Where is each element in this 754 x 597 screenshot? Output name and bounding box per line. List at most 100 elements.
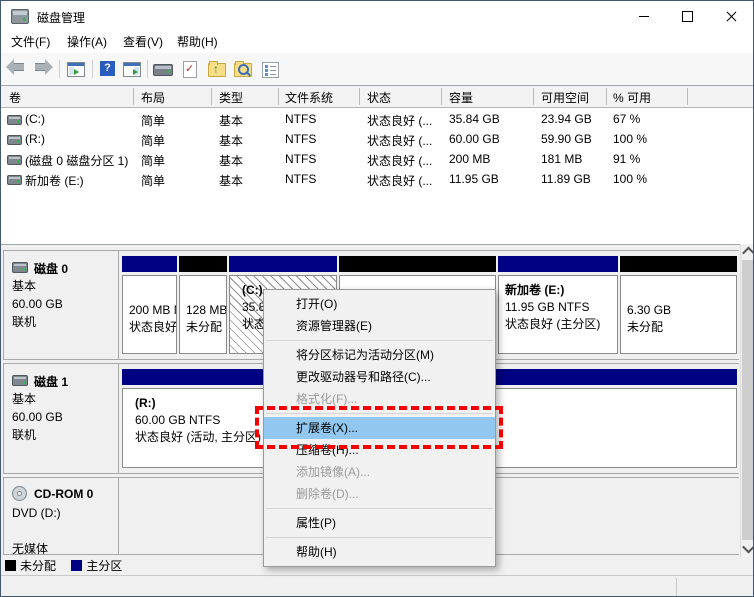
volume-icon <box>7 175 22 185</box>
toolbar: ↑ <box>1 53 753 86</box>
disk-0-header[interactable]: 磁盘 0 基本 60.00 GB 联机 <box>4 251 119 359</box>
column-layout[interactable]: 布局 <box>141 89 165 106</box>
status-bar <box>1 575 753 597</box>
column-pct[interactable]: % 可用 <box>613 89 651 106</box>
cell-layout: 简单 <box>141 152 165 169</box>
partition-200mb[interactable]: 200 MB NTFS 状态良好 <box>122 275 177 354</box>
cell-status: 状态良好 (... <box>367 132 432 149</box>
folder-up-icon[interactable]: ↑ <box>207 59 227 79</box>
menu-item-change-letter[interactable]: 更改驱动器号和路径(C)... <box>264 366 495 388</box>
partition-e[interactable]: 新加卷 (E:) 11.95 GB NTFS 状态良好 (主分区) <box>498 275 618 354</box>
cell-volume: (磁盘 0 磁盘分区 1) <box>25 152 128 169</box>
column-type[interactable]: 类型 <box>219 89 243 106</box>
toolbar-separator <box>92 60 93 78</box>
chevron-down-icon <box>742 541 754 554</box>
column-fs[interactable]: 文件系统 <box>285 89 333 106</box>
column-volume[interactable]: 卷 <box>9 89 21 106</box>
menu-item-help[interactable]: 帮助(H) <box>264 541 495 563</box>
cell-volume: (C:) <box>25 112 45 126</box>
partition-label: 128 MB <box>186 302 226 319</box>
help-icon[interactable] <box>98 59 118 79</box>
cell-capacity: 11.95 GB <box>449 172 499 186</box>
scroll-down-button[interactable] <box>741 541 754 556</box>
partition-630gb-unallocated[interactable]: 6.30 GB 未分配 <box>620 275 737 354</box>
column-status[interactable]: 状态 <box>367 89 391 106</box>
menu-item-open[interactable]: 打开(O) <box>264 293 495 315</box>
legend-primary-label: 主分区 <box>86 559 122 573</box>
volume-icon <box>7 155 22 165</box>
partition-label: 200 MB NTFS <box>129 302 176 319</box>
disk-device-icon[interactable] <box>153 59 173 79</box>
partition-strip-primary <box>122 256 177 272</box>
table-row[interactable]: (C:) 简单 基本 NTFS 状态良好 (... 35.84 GB 23.94… <box>1 109 753 129</box>
scrollbar-thumb[interactable] <box>742 260 754 540</box>
partition-strip-unallocated <box>339 256 496 272</box>
check-document-icon[interactable] <box>180 59 200 79</box>
legend-primary-swatch <box>71 560 82 571</box>
folder-search-icon[interactable] <box>233 59 253 79</box>
close-button[interactable] <box>709 1 754 31</box>
cell-layout: 简单 <box>141 112 165 129</box>
cell-status: 状态良好 (... <box>367 152 432 169</box>
status-bar-divider <box>676 578 677 596</box>
cell-capacity: 60.00 GB <box>449 132 500 146</box>
cell-capacity: 200 MB <box>449 152 490 166</box>
minimize-button[interactable] <box>621 1 666 31</box>
forward-icon[interactable] <box>33 59 53 79</box>
disk-0-type: 基本 <box>12 277 118 295</box>
minimize-icon <box>639 16 649 17</box>
disk-icon <box>12 262 28 273</box>
cdrom-spacer <box>12 522 118 540</box>
cell-status: 状态良好 (... <box>367 172 432 189</box>
cell-free: 181 MB <box>541 152 582 166</box>
table-row[interactable]: 新加卷 (E:) 简单 基本 NTFS 状态良好 (... 11.95 GB 1… <box>1 169 753 189</box>
partition-strip-unallocated <box>179 256 227 272</box>
disk-0-name: 磁盘 0 <box>34 260 68 277</box>
menu-file[interactable]: 文件(F) <box>7 33 54 51</box>
cell-type: 基本 <box>219 172 243 189</box>
maximize-icon <box>682 11 693 22</box>
disk-0-status: 联机 <box>12 313 118 331</box>
menu-item-properties[interactable]: 属性(P) <box>264 512 495 534</box>
maximize-button[interactable] <box>665 1 710 31</box>
checklist-icon[interactable] <box>260 59 280 79</box>
cdrom-header[interactable]: CD-ROM 0 DVD (D:) 无媒体 <box>4 478 119 554</box>
partition-128mb-unallocated[interactable]: 128 MB 未分配 <box>179 275 227 354</box>
menu-action[interactable]: 操作(A) <box>63 33 111 51</box>
disk-1-name: 磁盘 1 <box>34 373 68 390</box>
extend-volume-annotation-box <box>255 406 503 449</box>
menu-help[interactable]: 帮助(H) <box>173 33 222 51</box>
volume-list-header: 卷 布局 类型 文件系统 状态 容量 可用空间 % 可用 <box>1 86 753 108</box>
vertical-scrollbar[interactable] <box>740 244 754 557</box>
menu-separator <box>266 340 493 341</box>
partition-status: 状态良好 <box>129 319 176 336</box>
show-console-tree-icon[interactable] <box>66 59 86 79</box>
legend-unallocated-label: 未分配 <box>20 559 56 573</box>
disk-icon <box>12 375 28 386</box>
menu-item-explorer[interactable]: 资源管理器(E) <box>264 315 495 337</box>
cell-status: 状态良好 (... <box>367 112 432 129</box>
table-row[interactable]: (R:) 简单 基本 NTFS 状态良好 (... 60.00 GB 59.90… <box>1 129 753 149</box>
menu-item-mark-active[interactable]: 将分区标记为活动分区(M) <box>264 344 495 366</box>
disk-0-size: 60.00 GB <box>12 295 118 313</box>
scroll-up-button[interactable] <box>741 244 754 259</box>
disk-1-header[interactable]: 磁盘 1 基本 60.00 GB 联机 <box>4 364 119 473</box>
cell-layout: 简单 <box>141 172 165 189</box>
cdrom-name: CD-ROM 0 <box>34 487 93 501</box>
legend-unallocated-swatch <box>5 560 16 571</box>
disk-1-size: 60.00 GB <box>12 408 118 426</box>
table-row[interactable]: (磁盘 0 磁盘分区 1) 简单 基本 NTFS 状态良好 (... 200 M… <box>1 149 753 169</box>
column-free[interactable]: 可用空间 <box>541 89 589 106</box>
cell-capacity: 35.84 GB <box>449 112 500 126</box>
volume-list-pane: 卷 布局 类型 文件系统 状态 容量 可用空间 % 可用 (C:) 简单 基本 … <box>1 86 753 244</box>
menu-view[interactable]: 查看(V) <box>119 33 167 51</box>
partition-status: 未分配 <box>186 319 226 336</box>
partition-strip-primary <box>498 256 618 272</box>
close-icon <box>726 11 737 22</box>
cell-type: 基本 <box>219 112 243 129</box>
show-action-pane-icon[interactable] <box>122 59 142 79</box>
column-capacity[interactable]: 容量 <box>449 89 473 106</box>
partition-label: 新加卷 (E:) <box>505 282 617 299</box>
cdrom-drive: DVD (D:) <box>12 504 118 522</box>
back-icon[interactable] <box>7 59 27 79</box>
